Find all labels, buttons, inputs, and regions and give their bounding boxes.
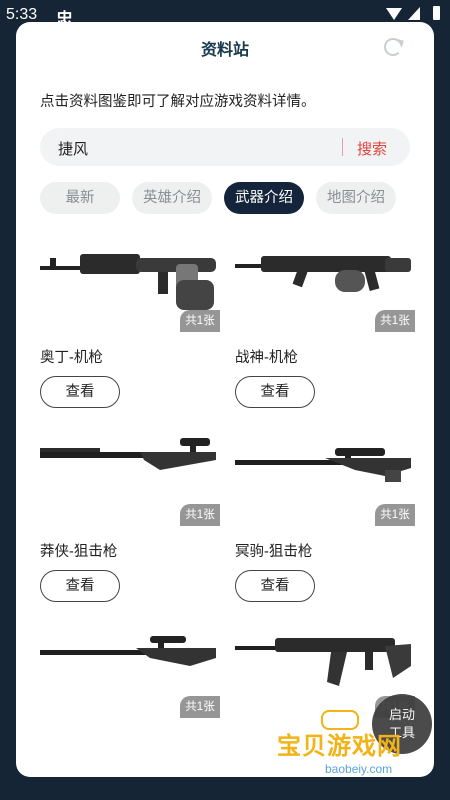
view-button[interactable]: 查看	[40, 376, 120, 408]
image-count-badge: 共1张	[375, 504, 415, 526]
weapon-name: 莽侠-狙击枪	[40, 544, 118, 560]
weapon-thumbnail[interactable]: 共1张	[40, 430, 220, 526]
weapon-card-marshal[interactable]: 共1张 莽侠-狙击枪 查看	[40, 430, 220, 610]
page-title: 资料站	[172, 36, 278, 66]
image-count-badge: 共1张	[180, 504, 220, 526]
weapon-card-operator[interactable]: 共1张 冥驹-狙击枪 查看	[235, 430, 415, 610]
weapon-thumbnail[interactable]: 共1张	[40, 236, 220, 332]
battery-icon	[433, 6, 440, 20]
header: 资料站	[16, 36, 434, 66]
weapon-name: 奥丁-机枪	[40, 350, 103, 366]
tab-latest[interactable]: 最新	[40, 182, 120, 214]
description-text: 点击资料图鉴即可了解对应游戏资料详情。	[40, 94, 316, 110]
tab-weapons[interactable]: 武器介绍	[224, 182, 304, 214]
content-card: 资料站 点击资料图鉴即可了解对应游戏资料详情。 捷风 搜索 最新 英雄介绍 武器…	[16, 22, 434, 777]
search-button[interactable]: 搜索	[357, 138, 387, 159]
wifi-icon	[386, 8, 402, 20]
watermark-url: baobeiy.com	[325, 762, 393, 776]
search-divider	[342, 138, 343, 156]
watermark-text: 宝贝游戏网	[277, 733, 402, 760]
watermark: 宝贝游戏网 baobeiy.com	[277, 710, 437, 782]
view-button[interactable]: 查看	[40, 570, 120, 602]
image-count-badge: 共1张	[375, 310, 415, 332]
refresh-icon[interactable]	[384, 38, 402, 56]
weapon-name: 战神-机枪	[235, 350, 298, 366]
signal-icon	[408, 7, 420, 20]
weapon-thumbnail[interactable]: 共1张	[235, 430, 415, 526]
tab-maps[interactable]: 地图介绍	[316, 182, 396, 214]
image-count-badge: 共1张	[180, 696, 220, 718]
weapon-card-5[interactable]: 共1张	[40, 622, 220, 732]
view-button[interactable]: 查看	[235, 570, 315, 602]
view-button[interactable]: 查看	[235, 376, 315, 408]
image-count-badge: 共1张	[180, 310, 220, 332]
search-bar[interactable]: 捷风 搜索	[40, 128, 410, 166]
weapon-card-odin[interactable]: 共1张 奥丁-机枪 查看	[40, 236, 220, 416]
weapon-thumbnail[interactable]: 共1张	[235, 236, 415, 332]
weapon-name: 冥驹-狙击枪	[235, 544, 313, 560]
tab-heroes[interactable]: 英雄介绍	[132, 182, 212, 214]
weapon-thumbnail[interactable]: 共1张	[40, 622, 220, 718]
search-input[interactable]: 捷风	[58, 138, 88, 159]
weapon-card-ares[interactable]: 共1张 战神-机枪 查看	[235, 236, 415, 416]
